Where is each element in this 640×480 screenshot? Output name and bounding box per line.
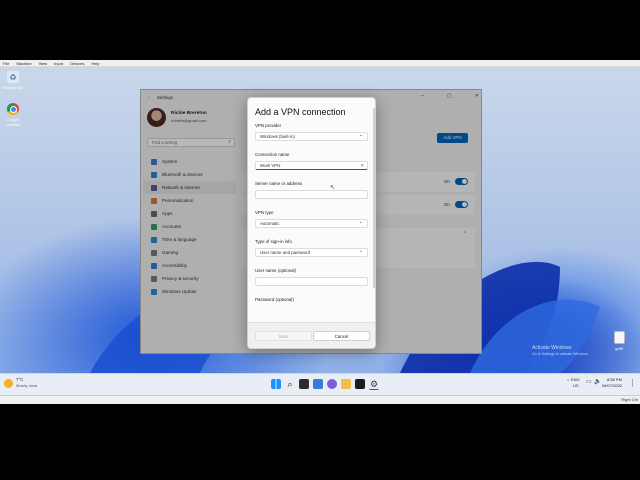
activation-watermark-title: Activate Windows	[532, 345, 572, 351]
taskbar: 7°C Mostly clear ⌕ ⚙ ⌃ ENG US ▭ 🔈 8:58 P…	[0, 373, 640, 395]
vm-menu-input[interactable]: Input	[54, 60, 63, 67]
server-address-label: Server name or address	[255, 181, 303, 186]
vpn-provider-value: Windows (built-in)	[260, 134, 295, 139]
recycle-bin-icon: ♻	[7, 71, 19, 83]
weather-temp: 7°C	[16, 377, 24, 382]
desktop-icon-label: Recycle Bin	[2, 85, 24, 90]
vpn-provider-select[interactable]: Windows (built-in)	[255, 132, 368, 141]
show-desktop-button[interactable]	[632, 379, 638, 387]
settings-gear-icon[interactable]: ⚙	[369, 379, 379, 390]
save-button[interactable]: Save	[255, 331, 312, 341]
clock-time[interactable]: 8:58 PM	[607, 377, 622, 382]
username-label: User name (optional)	[255, 268, 296, 273]
server-address-field[interactable]	[255, 190, 368, 199]
chevron-up-icon[interactable]: ⌃	[566, 379, 570, 385]
volume-icon[interactable]: 🔈	[594, 378, 601, 385]
language-bottom[interactable]: US	[573, 383, 579, 388]
vpn-provider-label: VPN provider	[255, 123, 282, 128]
connection-name-value: Work VPN	[260, 163, 281, 168]
start-icon[interactable]	[271, 379, 281, 389]
vm-statusbar: Right Ctrl	[0, 395, 640, 404]
clock-date[interactable]: 06/07/2022	[602, 383, 622, 388]
vm-menu-file[interactable]: File	[3, 60, 9, 67]
chat-icon[interactable]	[327, 379, 337, 389]
add-vpn-dialog: Add a VPN connection VPN provider Window…	[247, 97, 376, 349]
username-field[interactable]	[255, 277, 368, 286]
dialog-scrollbar[interactable]	[373, 108, 375, 288]
vpn-type-label: VPN type	[255, 210, 274, 215]
store-icon[interactable]	[355, 379, 365, 389]
connection-name-field[interactable]: Work VPN ✕	[255, 161, 368, 170]
desktop-icon-recycle-bin[interactable]: ♻ Recycle Bin	[2, 71, 24, 90]
desktop-icon-label: Google Chrome	[5, 117, 21, 127]
mouse-cursor-icon: ↖	[330, 185, 336, 191]
clear-icon[interactable]: ✕	[360, 162, 364, 169]
file-icon	[613, 331, 625, 344]
file-explorer-icon[interactable]	[341, 379, 351, 389]
task-view-icon[interactable]	[299, 379, 309, 389]
dialog-title: Add a VPN connection	[255, 107, 346, 117]
signin-type-label: Type of sign-in info	[255, 239, 292, 244]
vm-menu-view[interactable]: View	[39, 60, 48, 67]
desktop-file-label: gdiff	[615, 346, 623, 351]
search-icon[interactable]: ⌕	[285, 379, 295, 389]
weather-desc: Mostly clear	[16, 383, 38, 388]
vpn-type-value: Automatic	[260, 221, 280, 226]
vm-menubar: File Machine View Input Devices Help	[0, 60, 640, 67]
weather-icon[interactable]	[4, 379, 13, 388]
connection-name-label: Connection name	[255, 152, 290, 157]
desktop-icon-chrome[interactable]: Google Chrome	[2, 103, 24, 127]
password-label: Password (optional)	[255, 297, 294, 302]
vm-menu-machine[interactable]: Machine	[16, 60, 31, 67]
signin-type-select[interactable]: User name and password	[255, 248, 368, 257]
vpn-type-select[interactable]: Automatic	[255, 219, 368, 228]
widgets-icon[interactable]	[313, 379, 323, 389]
network-icon[interactable]: ▭	[586, 378, 592, 385]
vm-menu-devices[interactable]: Devices	[70, 60, 84, 67]
signin-type-value: User name and password	[260, 250, 311, 255]
activation-watermark-subtitle: Go to Settings to activate Windows.	[532, 352, 589, 356]
dialog-footer: Save Cancel	[248, 322, 375, 348]
language-top[interactable]: ENG	[571, 377, 580, 382]
host-key-label: Right Ctrl	[621, 397, 638, 402]
chrome-icon	[7, 103, 19, 115]
desktop-file-gdiff[interactable]: gdiff	[608, 331, 630, 351]
cancel-button[interactable]: Cancel	[313, 331, 370, 341]
vm-menu-help[interactable]: Help	[91, 60, 99, 67]
